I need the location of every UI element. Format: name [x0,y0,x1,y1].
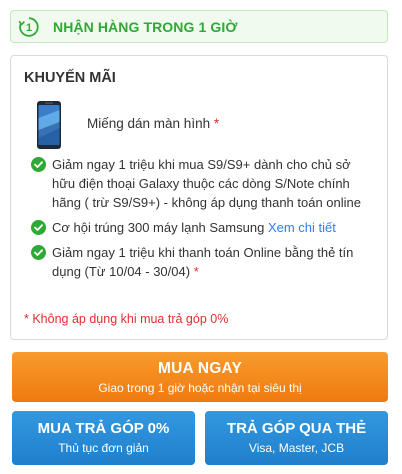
installment-note: * Không áp dụng khi mua trả góp 0% [24,312,229,326]
promotion-text: Giảm ngay 1 triệu khi mua S9/S9+ dành ch… [52,157,362,210]
check-circle-icon [31,245,46,260]
promotion-text: Cơ hội trúng 300 máy lạnh Samsung [52,220,265,235]
promotion-item: Giảm ngay 1 triệu khi thanh toán Online … [31,243,376,281]
buy-now-sublabel: Giao trong 1 giờ hoặc nhận tại siêu thị [98,381,302,395]
check-circle-icon [31,220,46,235]
buy-now-button[interactable]: MUA NGAY Giao trong 1 giờ hoặc nhận tại … [12,352,388,402]
gift-star: * [213,116,220,131]
check-circle-icon [31,157,46,172]
clock-digit: 1 [26,22,32,34]
clock-1-icon: 1 [18,16,39,37]
installment-label: MUA TRẢ GÓP 0% [37,420,170,437]
promotion-title: KHUYẾN MÃI [24,70,116,86]
see-details-link[interactable]: Xem chi tiết [268,220,336,235]
installment-sublabel: Thủ tục đơn giản [58,441,149,455]
promotion-star: * [193,264,199,279]
delivery-banner: 1 NHẬN HÀNG TRONG 1 GIỜ [10,10,388,43]
screen-protector-image [37,101,61,149]
card-installment-sublabel: Visa, Master, JCB [248,441,345,455]
promotion-list: Giảm ngay 1 triệu khi mua S9/S9+ dành ch… [31,155,376,287]
installment-button[interactable]: MUA TRẢ GÓP 0% Thủ tục đơn giản [12,411,195,465]
buy-now-label: MUA NGAY [158,360,242,377]
card-installment-button[interactable]: TRẢ GÓP QUA THẺ Visa, Master, JCB [205,411,388,465]
promotion-item: Giảm ngay 1 triệu khi mua S9/S9+ dành ch… [31,155,376,212]
delivery-text: NHẬN HÀNG TRONG 1 GIỜ [53,18,238,35]
card-installment-label: TRẢ GÓP QUA THẺ [226,420,367,437]
promotion-text: Giảm ngay 1 triệu khi thanh toán Online … [52,245,354,279]
promotion-box: KHUYẾN MÃI Miếng dán màn hình * Giảm nga… [10,55,388,340]
promotion-item: Cơ hội trúng 300 máy lạnh Samsung Xem ch… [31,218,376,237]
gift-item[interactable]: Miếng dán màn hình * [35,100,375,150]
gift-label: Miếng dán màn hình [87,116,211,131]
